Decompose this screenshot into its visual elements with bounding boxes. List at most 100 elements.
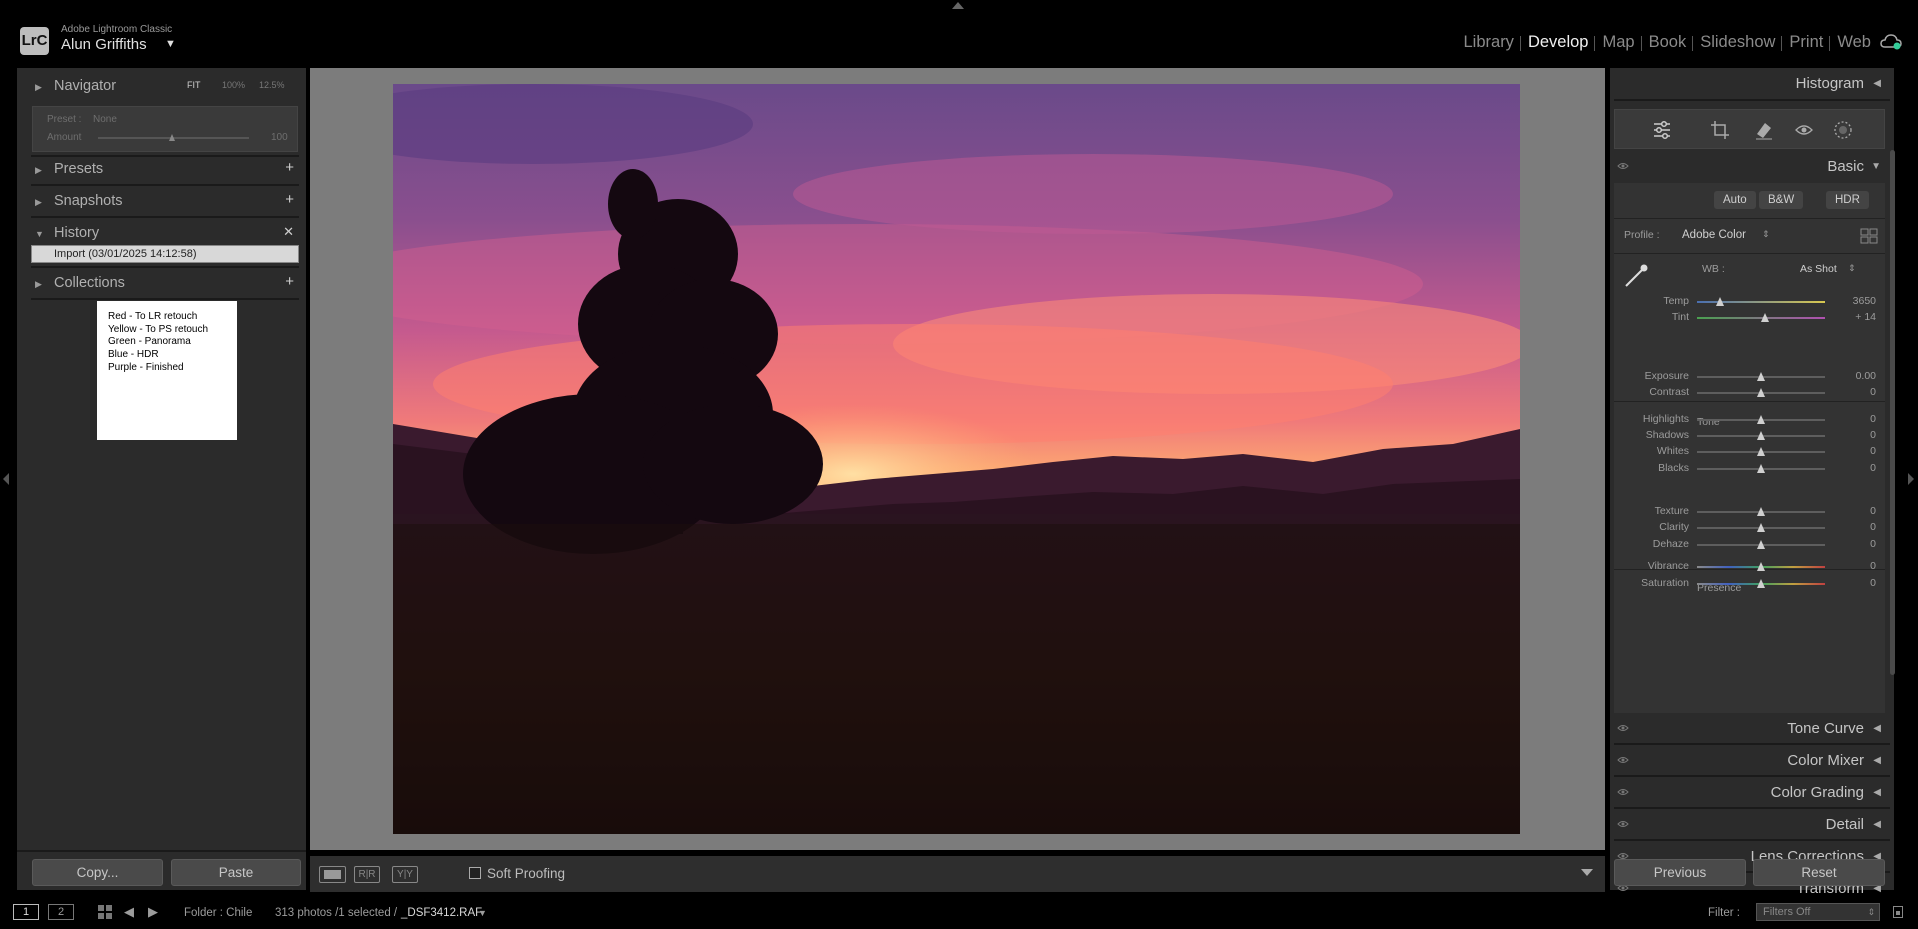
profile-dropdown[interactable]: Adobe Color (1682, 229, 1746, 241)
slider-vibrance[interactable]: Vibrance 0 (1614, 559, 1885, 575)
slider-texture[interactable]: Texture 0 (1614, 504, 1885, 520)
clear-history-icon[interactable]: ✕ (283, 224, 294, 240)
slider-thumb[interactable] (169, 134, 175, 141)
add-preset-icon[interactable]: + (285, 159, 294, 176)
collections-header[interactable]: ▶ Collections + (17, 269, 306, 299)
slider-whites[interactable]: Whites 0 (1614, 444, 1885, 460)
soft-proofing-checkbox[interactable] (469, 867, 481, 879)
secondary-window-button[interactable]: 2 (48, 904, 74, 920)
slider-blacks[interactable]: Blacks 0 (1614, 461, 1885, 477)
slider-thumb[interactable] (1757, 447, 1765, 456)
slider-clarity[interactable]: Clarity 0 (1614, 520, 1885, 536)
amount-slider[interactable] (98, 134, 249, 141)
module-develop[interactable]: Develop (1519, 33, 1596, 52)
masking-icon[interactable] (1833, 120, 1853, 140)
slider-value[interactable]: 0 (1870, 386, 1876, 398)
slider-thumb[interactable] (1716, 297, 1725, 306)
module-print[interactable]: Print (1781, 33, 1830, 52)
slider-shadows[interactable]: Shadows 0 (1614, 428, 1885, 444)
before-after-icon[interactable]: R|R (354, 866, 380, 883)
panel-header-color-mixer[interactable]: Color Mixer ◀ (1610, 745, 1894, 775)
bw-button[interactable]: B&W (1759, 191, 1804, 209)
filter-dropdown[interactable]: Filters Off ⇕ (1756, 903, 1880, 921)
back-arrow-icon[interactable]: ◀ (124, 904, 134, 920)
add-collection-icon[interactable]: + (285, 273, 294, 290)
grid-view-icon[interactable] (98, 905, 112, 919)
slider-value[interactable]: 0 (1870, 577, 1876, 589)
collapse-top-panel-icon[interactable] (952, 2, 964, 9)
crop-icon[interactable] (1710, 120, 1730, 140)
chevron-down-icon[interactable]: ▼ (478, 908, 487, 918)
eye-icon[interactable] (1617, 754, 1629, 766)
zoom-100[interactable]: 100% (222, 80, 245, 90)
slider-value[interactable]: 0 (1870, 505, 1876, 517)
slider-value[interactable]: 0 (1870, 560, 1876, 572)
eye-icon[interactable] (1617, 786, 1629, 798)
slider-dehaze[interactable]: Dehaze 0 (1614, 537, 1885, 553)
slider-highlights[interactable]: Highlights 0 (1614, 412, 1885, 428)
toolbar-menu-icon[interactable] (1581, 869, 1593, 876)
slider-thumb[interactable] (1757, 431, 1765, 440)
presets-header[interactable]: ▶ Presets + (17, 155, 306, 185)
module-library[interactable]: Library (1457, 33, 1521, 52)
panel-header-detail[interactable]: Detail ◀ (1610, 809, 1894, 839)
zoom-custom[interactable]: 12.5% (259, 80, 285, 90)
slider-temp[interactable]: Temp 3650 (1614, 294, 1885, 310)
slider-value[interactable]: 0 (1870, 413, 1876, 425)
filename[interactable]: _DSF3412.RAF (401, 907, 482, 919)
folder-breadcrumb[interactable]: Folder : Chile (184, 907, 252, 919)
slider-thumb[interactable] (1757, 464, 1765, 473)
collapse-right-panel-icon[interactable] (1908, 473, 1914, 485)
slider-thumb[interactable] (1757, 415, 1765, 424)
filter-lock-icon[interactable] (1893, 906, 1903, 918)
wb-eyedropper-icon[interactable] (1622, 262, 1650, 290)
loupe-view-icon[interactable] (319, 866, 346, 883)
add-snapshot-icon[interactable]: + (285, 191, 294, 208)
module-map[interactable]: Map (1594, 33, 1641, 52)
module-book[interactable]: Book (1640, 33, 1694, 52)
paste-button[interactable]: Paste (171, 859, 301, 886)
wb-dropdown[interactable]: As Shot (1800, 263, 1837, 275)
slider-thumb[interactable] (1757, 579, 1765, 588)
reset-button[interactable]: Reset (1753, 859, 1885, 886)
slider-value[interactable]: 0 (1870, 538, 1876, 550)
slider-thumb[interactable] (1757, 388, 1765, 397)
edit-sliders-icon[interactable] (1652, 120, 1672, 140)
navigator-header[interactable]: ▶ Navigator FIT 100% 12.5% (17, 72, 306, 102)
snapshots-header[interactable]: ▶ Snapshots + (17, 187, 306, 217)
slider-thumb[interactable] (1757, 562, 1765, 571)
collapse-left-panel-icon[interactable] (3, 473, 9, 485)
cloud-sync-icon[interactable] (1880, 34, 1902, 50)
slider-value[interactable]: 0 (1870, 521, 1876, 533)
profile-browser-icon[interactable] (1860, 228, 1878, 244)
copy-button[interactable]: Copy... (32, 859, 163, 886)
main-window-button[interactable]: 1 (13, 904, 39, 920)
zoom-fit[interactable]: FIT (187, 80, 201, 90)
eye-icon[interactable] (1617, 818, 1629, 830)
slider-value[interactable]: 3650 (1853, 295, 1876, 307)
red-eye-icon[interactable] (1794, 120, 1814, 140)
slider-thumb[interactable] (1757, 372, 1765, 381)
slider-thumb[interactable] (1757, 507, 1765, 516)
hdr-button[interactable]: HDR (1826, 191, 1869, 209)
slider-value[interactable]: 0.00 (1856, 370, 1876, 382)
identity-plate[interactable]: Alun Griffiths (61, 36, 147, 53)
slider-tint[interactable]: Tint + 14 (1614, 310, 1885, 326)
slider-saturation[interactable]: Saturation 0 (1614, 576, 1885, 592)
forward-arrow-icon[interactable]: ▶ (148, 904, 158, 920)
panel-header-color-grading[interactable]: Color Grading ◀ (1610, 777, 1894, 807)
right-panel-scrollbar[interactable] (1890, 150, 1895, 675)
slider-value[interactable]: 0 (1870, 429, 1876, 441)
previous-button[interactable]: Previous (1614, 859, 1746, 886)
slider-thumb[interactable] (1760, 313, 1769, 322)
panel-header-tone-curve[interactable]: Tone Curve ◀ (1610, 713, 1894, 743)
history-step[interactable]: Import (03/01/2025 14:12:58) (31, 245, 299, 263)
loupe-view[interactable] (310, 68, 1605, 850)
slider-contrast[interactable]: Contrast 0 (1614, 385, 1885, 401)
eye-icon[interactable] (1617, 160, 1629, 172)
chevron-updown-icon[interactable]: ⇕ (1762, 229, 1770, 240)
auto-button[interactable]: Auto (1714, 191, 1756, 209)
eye-icon[interactable] (1617, 722, 1629, 734)
module-web[interactable]: Web (1829, 33, 1878, 52)
slider-thumb[interactable] (1757, 523, 1765, 532)
